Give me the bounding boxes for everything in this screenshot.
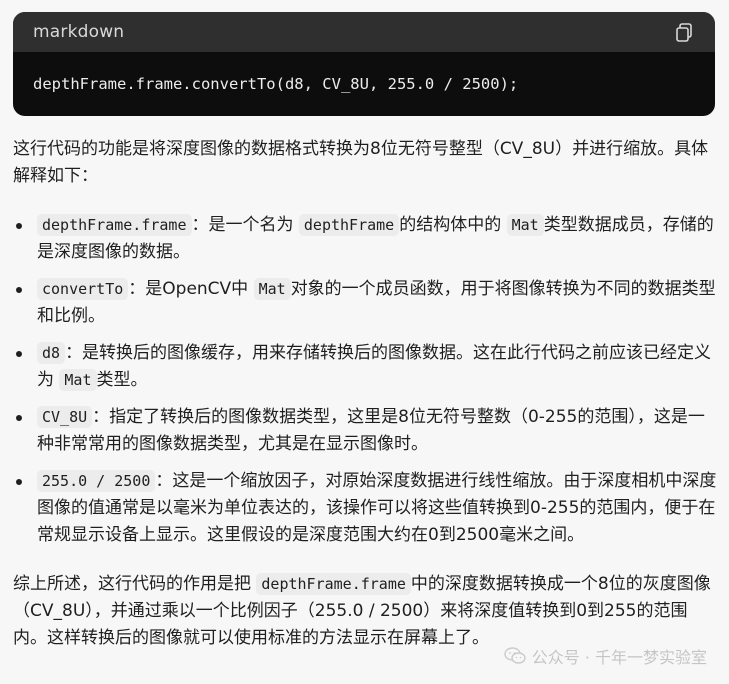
inline-code: 255.0 / 2500	[37, 470, 156, 492]
inline-code: CV_8U	[37, 406, 93, 428]
inline-code: depthFrame	[298, 214, 400, 236]
list-item: d8 ：是转换后的图像缓存，用来存储转换后的图像数据。这在此行代码之前应该已经定义…	[13, 340, 719, 394]
inline-code: depthFrame.frame	[256, 573, 411, 595]
response-content: 这行代码的功能是将深度图像的数据格式转换为8位无符号整型（CV_8U）并进行缩放…	[13, 136, 719, 652]
list-item: 255.0 / 2500 ：这是一个缩放因子，对原始深度数据进行线性缩放。由于深度…	[13, 468, 719, 549]
summary-paragraph: 综上所述，这行代码的作用是把 depthFrame.frame 中的深度数据转换成…	[13, 571, 719, 652]
code-block: markdown depthFrame.frame.convertTo(d8, …	[13, 12, 715, 116]
list-item: convertTo ：是OpenCV中 Mat 对象的一个成员函数，用于将图像转换为…	[13, 276, 719, 330]
code-line: depthFrame.frame.convertTo(d8, CV_8U, 25…	[33, 75, 519, 93]
code-body: depthFrame.frame.convertTo(d8, CV_8U, 25…	[13, 52, 715, 116]
inline-code: Mat	[506, 214, 544, 236]
inline-code: convertTo	[37, 278, 129, 300]
copy-icon[interactable]	[673, 21, 695, 43]
intro-paragraph: 这行代码的功能是将深度图像的数据格式转换为8位无符号整型（CV_8U）并进行缩放…	[13, 139, 709, 186]
list-item-text: ：是OpenCV中	[128, 279, 249, 299]
list-item: depthFrame.frame ：是一个名为 depthFrame 的结构体中的 …	[13, 212, 719, 266]
list-item-text: ：是一个名为	[191, 215, 294, 235]
inline-code: d8	[37, 342, 66, 364]
inline-code: Mat	[59, 369, 97, 391]
code-language-label: markdown	[33, 22, 125, 42]
summary-text: 综上所述，这行代码的作用是把	[13, 574, 251, 594]
list-item-text: 的结构体中的	[399, 215, 502, 235]
list-item: CV_8U ：指定了转换后的图像数据类型，这里是8位无符号整数（0-255的范围）…	[13, 404, 719, 458]
inline-code: depthFrame.frame	[37, 214, 192, 236]
explanation-list: depthFrame.frame ：是一个名为 depthFrame 的结构体中的 …	[13, 212, 719, 549]
list-item-text: ：指定了转换后的图像数据类型，这里是8位无符号整数（0-255的范围），这是一种…	[37, 407, 705, 454]
list-item-text: 类型。	[96, 370, 148, 390]
inline-code: Mat	[253, 278, 291, 300]
code-header: markdown	[13, 12, 715, 52]
